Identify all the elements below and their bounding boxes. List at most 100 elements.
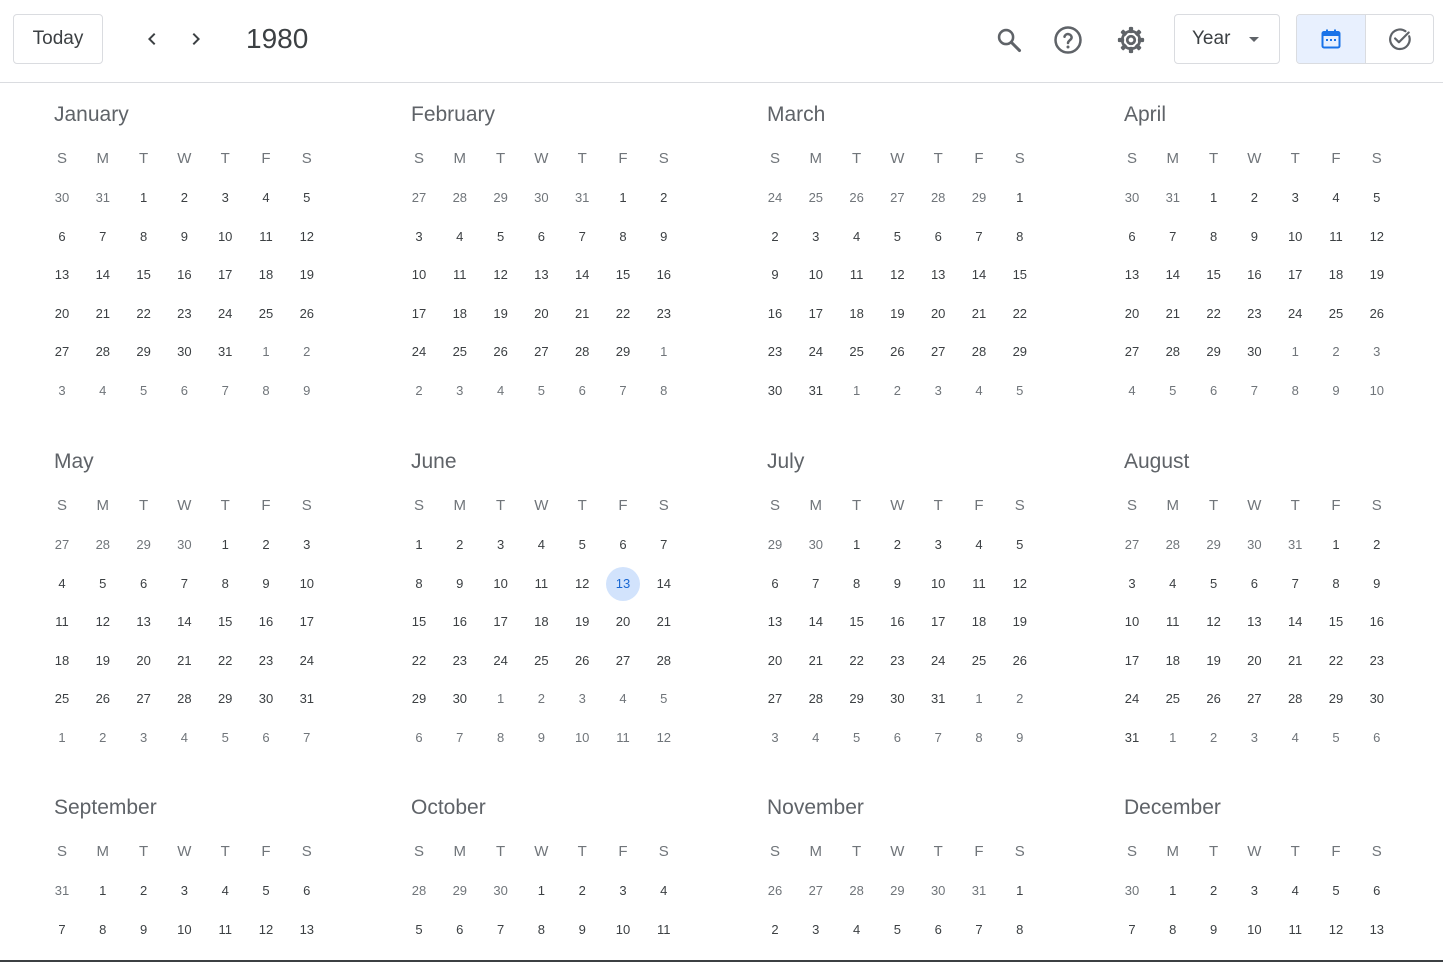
month-title[interactable]: February [411, 101, 495, 129]
day-cell[interactable]: 6 [562, 374, 602, 408]
day-cell[interactable]: 3 [42, 374, 82, 408]
day-cell[interactable]: 10 [1357, 374, 1397, 408]
day-cell[interactable]: 14 [164, 605, 204, 639]
month-title[interactable]: July [767, 448, 804, 476]
day-cell[interactable]: 10 [1234, 913, 1274, 947]
day-cell[interactable]: 4 [246, 181, 286, 215]
day-cell[interactable]: 28 [1275, 682, 1315, 716]
day-cell[interactable]: 31 [287, 682, 327, 716]
day-cell[interactable]: 19 [481, 297, 521, 331]
day-cell[interactable]: 4 [1275, 874, 1315, 908]
day-cell[interactable]: 22 [1316, 644, 1356, 678]
day-cell[interactable]: 1 [603, 181, 643, 215]
day-cell[interactable]: 4 [164, 721, 204, 755]
day-cell[interactable]: 2 [1194, 874, 1234, 908]
day-cell[interactable]: 4 [837, 913, 877, 947]
day-cell[interactable]: 12 [246, 913, 286, 947]
day-cell[interactable]: 29 [603, 335, 643, 369]
day-cell[interactable]: 30 [918, 874, 958, 908]
day-cell[interactable]: 30 [1234, 335, 1274, 369]
day-cell[interactable]: 26 [83, 682, 123, 716]
day-cell[interactable]: 13 [1234, 605, 1274, 639]
day-cell[interactable]: 5 [1000, 374, 1040, 408]
day-cell[interactable]: 20 [521, 297, 561, 331]
day-cell[interactable]: 21 [796, 644, 836, 678]
help-button[interactable] [1046, 18, 1090, 62]
day-cell[interactable]: 28 [164, 682, 204, 716]
day-cell[interactable]: 4 [440, 220, 480, 254]
day-cell[interactable]: 9 [246, 567, 286, 601]
day-cell[interactable]: 10 [796, 258, 836, 292]
day-cell[interactable]: 2 [1194, 721, 1234, 755]
day-cell[interactable]: 7 [481, 913, 521, 947]
day-cell[interactable]: 11 [1316, 220, 1356, 254]
day-cell[interactable]: 5 [246, 874, 286, 908]
day-cell[interactable]: 23 [164, 297, 204, 331]
day-cell[interactable]: 8 [205, 567, 245, 601]
day-cell[interactable]: 11 [959, 567, 999, 601]
day-cell[interactable]: 31 [205, 335, 245, 369]
day-cell[interactable]: 28 [83, 528, 123, 562]
month-title[interactable]: April [1124, 101, 1166, 129]
day-cell[interactable]: 22 [837, 644, 877, 678]
day-cell[interactable]: 27 [1234, 682, 1274, 716]
day-cell[interactable]: 30 [796, 528, 836, 562]
day-cell[interactable]: 4 [1316, 181, 1356, 215]
day-cell[interactable]: 1 [481, 682, 521, 716]
day-cell[interactable]: 14 [644, 567, 684, 601]
day-cell[interactable]: 23 [246, 644, 286, 678]
day-cell[interactable]: 8 [124, 220, 164, 254]
day-cell[interactable]: 3 [1357, 335, 1397, 369]
day-cell[interactable]: 2 [1316, 335, 1356, 369]
day-cell[interactable]: 23 [1357, 644, 1397, 678]
day-cell[interactable]: 11 [837, 258, 877, 292]
day-cell[interactable]: 19 [877, 297, 917, 331]
month-title[interactable]: August [1124, 448, 1189, 476]
day-cell[interactable]: 6 [42, 220, 82, 254]
view-selector[interactable]: Year [1174, 14, 1280, 64]
day-cell[interactable]: 17 [287, 605, 327, 639]
day-cell[interactable]: 26 [755, 874, 795, 908]
today-day-cell[interactable]: 13 [603, 566, 643, 601]
day-cell[interactable]: 23 [440, 644, 480, 678]
day-cell[interactable]: 30 [481, 874, 521, 908]
next-year-button[interactable] [177, 20, 215, 58]
month-title[interactable]: November [767, 794, 864, 822]
day-cell[interactable]: 27 [399, 181, 439, 215]
day-cell[interactable]: 30 [1357, 682, 1397, 716]
day-cell[interactable]: 7 [959, 220, 999, 254]
day-cell[interactable]: 23 [755, 335, 795, 369]
day-cell[interactable]: 3 [399, 220, 439, 254]
day-cell[interactable]: 11 [205, 913, 245, 947]
day-cell[interactable]: 9 [164, 220, 204, 254]
day-cell[interactable]: 1 [644, 335, 684, 369]
month-title[interactable]: December [1124, 794, 1221, 822]
day-cell[interactable]: 11 [42, 605, 82, 639]
day-cell[interactable]: 7 [1112, 913, 1152, 947]
day-cell[interactable]: 6 [918, 220, 958, 254]
day-cell[interactable]: 30 [755, 374, 795, 408]
day-cell[interactable]: 22 [1194, 297, 1234, 331]
day-cell[interactable]: 5 [1194, 567, 1234, 601]
day-cell[interactable]: 7 [440, 721, 480, 755]
day-cell[interactable]: 20 [124, 644, 164, 678]
day-cell[interactable]: 13 [1112, 258, 1152, 292]
day-cell[interactable]: 31 [918, 682, 958, 716]
day-cell[interactable]: 25 [959, 644, 999, 678]
day-cell[interactable]: 27 [755, 682, 795, 716]
day-cell[interactable]: 17 [205, 258, 245, 292]
day-cell[interactable]: 17 [918, 605, 958, 639]
day-cell[interactable]: 26 [1357, 297, 1397, 331]
day-cell[interactable]: 9 [877, 567, 917, 601]
day-cell[interactable]: 18 [837, 297, 877, 331]
day-cell[interactable]: 29 [959, 181, 999, 215]
day-cell[interactable]: 2 [644, 181, 684, 215]
day-cell[interactable]: 13 [521, 258, 561, 292]
day-cell[interactable]: 5 [877, 913, 917, 947]
day-cell[interactable]: 15 [837, 605, 877, 639]
day-cell[interactable]: 7 [42, 913, 82, 947]
day-cell[interactable]: 6 [521, 220, 561, 254]
day-cell[interactable]: 8 [603, 220, 643, 254]
day-cell[interactable]: 6 [1234, 567, 1274, 601]
day-cell[interactable]: 24 [205, 297, 245, 331]
